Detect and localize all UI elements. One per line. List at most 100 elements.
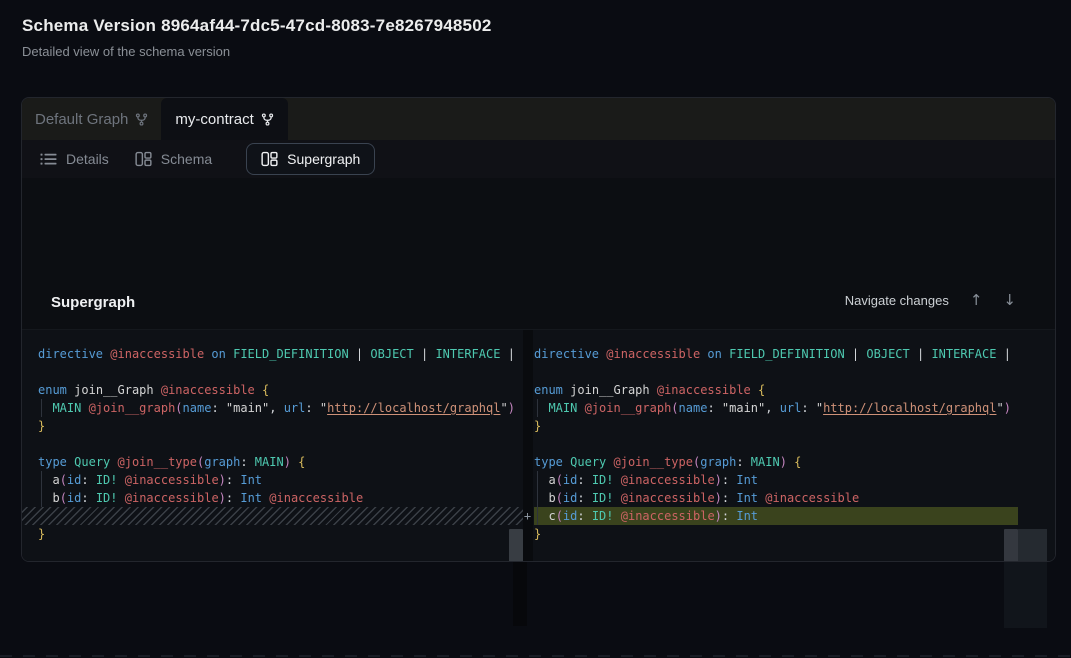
tab-my-contract[interactable]: my-contract <box>161 98 287 140</box>
code-token: @inaccessible <box>269 491 363 505</box>
panels-icon <box>135 151 152 167</box>
code-token: url <box>284 401 306 415</box>
subtab-supergraph[interactable]: Supergraph <box>246 143 375 175</box>
code-token: type <box>534 455 563 469</box>
code-token: INTERFACE <box>435 347 500 361</box>
code-token <box>154 383 161 397</box>
code-token <box>751 383 758 397</box>
code-token <box>534 491 548 505</box>
code-token: @inaccessible <box>621 509 715 523</box>
code-token: FIELD_DEFINITION <box>729 347 845 361</box>
code-token: b <box>548 491 555 505</box>
code-token <box>118 473 125 487</box>
code-token: { <box>794 455 801 469</box>
code-token: { <box>298 455 305 469</box>
code-token: : <box>81 491 95 505</box>
code-token: ID! <box>592 473 614 487</box>
code-token: Int <box>736 473 758 487</box>
code-token: a <box>52 473 59 487</box>
diff-editor-sash[interactable] <box>523 330 533 562</box>
code-token: @join__graph <box>89 401 176 415</box>
diff-added-line: c(id: ID! @inaccessible): Int <box>534 507 1018 525</box>
code-line: MAIN @join__graph(name: "main", url: "ht… <box>534 399 1014 417</box>
code-token: @inaccessible <box>657 383 751 397</box>
code-token: ( <box>556 473 563 487</box>
page-title: Schema Version 8964af44-7dc5-47cd-8083-7… <box>22 16 492 36</box>
code-token: @inaccessible <box>125 491 219 505</box>
right-pane-scrollbar[interactable] <box>1004 529 1018 562</box>
code-token <box>255 383 262 397</box>
code-token: enum <box>534 383 563 397</box>
subtab-details[interactable]: Details <box>40 151 109 167</box>
code-token: } <box>534 527 541 541</box>
code-token: a <box>548 473 555 487</box>
code-token: graph <box>204 455 240 469</box>
code-line <box>534 363 1014 381</box>
code-token: : <box>577 473 591 487</box>
code-token: @inaccessible <box>621 491 715 505</box>
code-token: ID! <box>96 491 118 505</box>
code-line: } <box>534 417 1014 435</box>
code-token: MAIN <box>52 401 81 415</box>
code-token <box>118 491 125 505</box>
tab-label: Default Graph <box>35 111 128 128</box>
bottom-dashed-edge <box>0 655 1071 657</box>
list-icon <box>40 152 57 166</box>
code-token: : <box>801 401 815 415</box>
navigate-up-button[interactable]: ↑ <box>970 291 983 309</box>
panel-heading: Supergraph <box>51 294 135 311</box>
subtab-label: Supergraph <box>287 151 360 167</box>
code-token: " <box>816 401 823 415</box>
minimap-slider[interactable] <box>1018 529 1047 562</box>
code-token <box>534 401 548 415</box>
code-token: " <box>320 401 327 415</box>
code-token: : <box>707 401 721 415</box>
code-token: http://localhost/graphql <box>327 401 500 415</box>
code-token: ( <box>60 491 67 505</box>
code-token: "main" <box>226 401 269 415</box>
navigate-down-button[interactable]: ↓ <box>1003 291 1016 309</box>
code-token <box>534 509 548 523</box>
code-token <box>577 401 584 415</box>
left-pane-scrollbar[interactable] <box>509 529 523 562</box>
code-token: | <box>845 347 867 361</box>
diff-pane-original[interactable]: directive @inaccessible on FIELD_DEFINIT… <box>22 330 539 562</box>
code-token: : <box>722 509 736 523</box>
code-token <box>614 509 621 523</box>
code-token: FIELD_DEFINITION <box>233 347 349 361</box>
branch-icon <box>261 113 274 126</box>
code-token: type <box>38 455 67 469</box>
code-token: Int <box>240 491 262 505</box>
diff-pane-modified[interactable]: directive @inaccessible on FIELD_DEFINIT… <box>533 330 1054 562</box>
code-token: ID! <box>592 491 614 505</box>
code-token: : <box>240 455 254 469</box>
code-token: ( <box>556 509 563 523</box>
code-token: Int <box>240 473 262 487</box>
code-token: MAIN <box>751 455 780 469</box>
minimap[interactable] <box>1018 330 1047 562</box>
code-token: , <box>765 401 779 415</box>
code-token: | <box>349 347 371 361</box>
code-token: @join__type <box>118 455 197 469</box>
code-token: join__Graph <box>570 383 649 397</box>
code-token <box>38 473 52 487</box>
code-token <box>614 473 621 487</box>
code-token: , <box>269 401 283 415</box>
tab-default-graph[interactable]: Default Graph <box>22 98 161 140</box>
code-token: @inaccessible <box>606 347 700 361</box>
code-line: MAIN @join__graph(name: "main", url: "ht… <box>38 399 513 417</box>
code-token: ) <box>219 491 226 505</box>
code-token: INTERFACE <box>931 347 996 361</box>
editor-minimap-overflow-strip <box>1004 562 1047 628</box>
code-token: ID! <box>96 473 118 487</box>
code-line: a(id: ID! @inaccessible): Int <box>534 471 1014 489</box>
view-subtabbar: Details Schema Supergraph <box>22 140 1055 178</box>
code-token: " <box>996 401 1003 415</box>
code-line: b(id: ID! @inaccessible): Int @inaccessi… <box>38 489 513 507</box>
code-token: : <box>211 401 225 415</box>
code-token <box>38 401 52 415</box>
subtab-schema[interactable]: Schema <box>135 151 212 167</box>
code-token: : <box>577 509 591 523</box>
code-line <box>38 363 513 381</box>
code-line <box>38 435 513 453</box>
